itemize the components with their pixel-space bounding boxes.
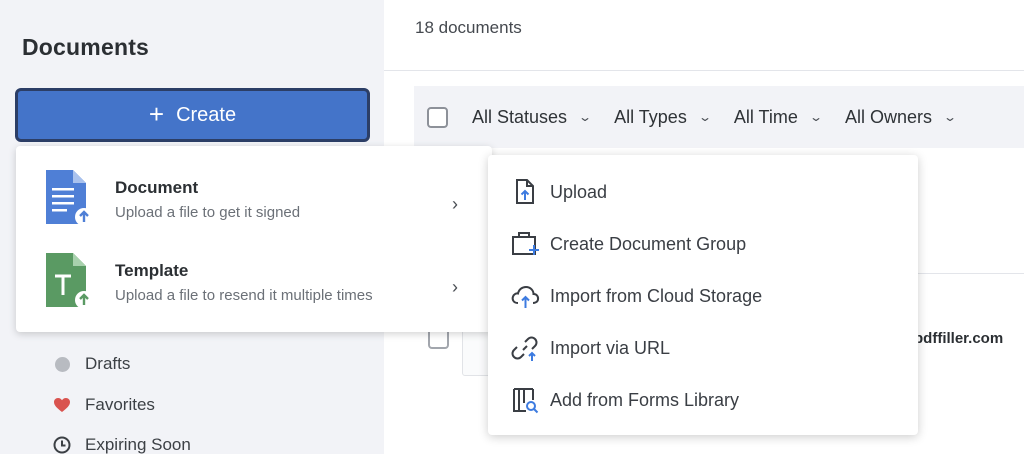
submenu-item-label: Add from Forms Library <box>550 389 740 410</box>
row-owner-email: pdffiller.com <box>914 330 1004 347</box>
submenu-item-forms-library[interactable]: Add from Forms Library <box>488 374 918 426</box>
divider <box>384 70 1024 71</box>
filter-owners[interactable]: All Owners ⌄ <box>844 106 958 128</box>
create-dropdown-menu: Document Upload a file to get it signed … <box>16 146 492 332</box>
template-file-icon <box>43 251 93 316</box>
sidebar-item-label: Favorites <box>85 394 155 414</box>
sidebar-item-label: Expiring Soon <box>85 435 191 454</box>
menu-item-subtitle: Upload a file to resend it multiple time… <box>115 287 373 304</box>
sidebar-title: Documents <box>22 34 150 60</box>
heart-icon <box>52 395 72 415</box>
document-count: 18 documents <box>415 18 522 37</box>
filter-label: All Statuses <box>472 106 568 127</box>
link-icon <box>510 333 540 363</box>
plus-icon: + <box>148 98 165 129</box>
sidebar-item-favorites[interactable]: Favorites <box>52 385 191 426</box>
chevron-right-icon: › <box>452 277 458 297</box>
sidebar-item-label: Drafts <box>85 354 131 374</box>
document-submenu: Upload Create Document Group Import from… <box>488 155 918 435</box>
filter-label: All Time <box>733 106 798 127</box>
document-file-icon <box>43 168 93 233</box>
filter-types[interactable]: All Types ⌄ <box>614 106 712 128</box>
menu-item-title: Document <box>115 178 199 197</box>
chevron-right-icon: › <box>452 194 458 214</box>
chevron-down-icon: ⌄ <box>697 110 712 124</box>
chevron-down-icon: ⌄ <box>808 110 823 124</box>
chevron-down-icon: ⌄ <box>942 110 958 124</box>
folder-plus-icon <box>510 229 540 259</box>
submenu-item-label: Import from Cloud Storage <box>550 285 763 306</box>
submenu-item-create-document-group[interactable]: Create Document Group <box>488 218 918 270</box>
upload-file-icon <box>510 177 540 207</box>
circle-icon <box>52 354 72 374</box>
clock-icon <box>52 435 72 454</box>
chevron-down-icon: ⌄ <box>578 110 593 124</box>
menu-item-title: Template <box>115 261 189 280</box>
sidebar-nav: Drafts Favorites Expiring Soon <box>52 344 191 454</box>
submenu-item-import-url[interactable]: Import via URL <box>488 322 918 374</box>
filter-label: All Types <box>614 106 687 127</box>
filter-statuses[interactable]: All Statuses ⌄ <box>472 106 593 128</box>
create-button[interactable]: + Create <box>15 88 370 142</box>
submenu-item-import-cloud[interactable]: Import from Cloud Storage <box>488 270 918 322</box>
filter-time[interactable]: All Time ⌄ <box>733 106 823 128</box>
submenu-item-label: Upload <box>550 181 608 202</box>
forms-library-icon <box>510 385 540 415</box>
submenu-item-upload[interactable]: Upload <box>488 166 918 218</box>
cloud-upload-icon <box>510 281 540 311</box>
submenu-item-label: Import via URL <box>550 337 671 358</box>
sidebar-item-drafts[interactable]: Drafts <box>52 344 191 385</box>
submenu-item-label: Create Document Group <box>550 233 747 254</box>
select-all-checkbox[interactable] <box>427 106 448 128</box>
filter-label: All Owners <box>844 106 932 127</box>
menu-item-subtitle: Upload a file to get it signed <box>115 204 301 221</box>
menu-item-document[interactable]: Document Upload a file to get it signed … <box>16 164 492 246</box>
create-button-label: Create <box>176 103 237 126</box>
sidebar-item-expiring-soon[interactable]: Expiring Soon <box>52 425 191 454</box>
filter-bar: All Statuses ⌄ All Types ⌄ All Time ⌄ Al… <box>414 86 1024 148</box>
menu-item-template[interactable]: Template Upload a file to resend it mult… <box>16 247 492 329</box>
